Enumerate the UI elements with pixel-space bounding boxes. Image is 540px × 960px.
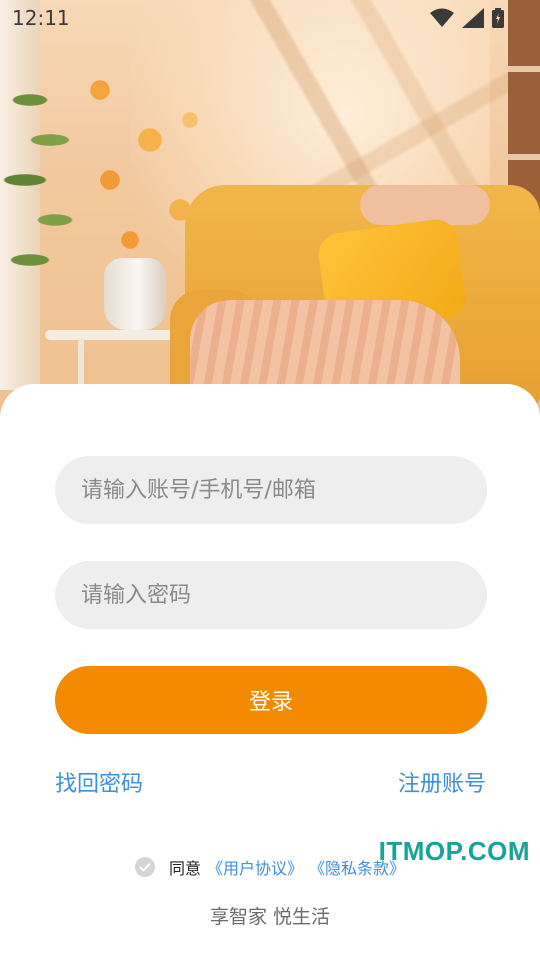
status-time: 12:11 (12, 6, 70, 30)
battery-icon (492, 8, 504, 28)
status-icons (430, 8, 504, 28)
cellular-signal-icon (462, 8, 484, 28)
vase (104, 258, 166, 330)
slogan: 享智家 悦生活 (209, 906, 331, 928)
account-field[interactable] (55, 456, 487, 524)
register-link[interactable]: 注册账号 (398, 766, 486, 798)
agreement-prefix: 同意 (168, 859, 201, 878)
user-agreement-link[interactable]: 《用户协议》 (207, 855, 303, 879)
password-input[interactable] (79, 581, 463, 609)
login-button[interactable]: 登录 (55, 666, 487, 734)
watermark: ITMOP.COM (378, 836, 530, 866)
sofa-throw (360, 185, 490, 225)
check-icon (139, 862, 151, 872)
agreement-checkbox[interactable] (134, 857, 155, 877)
status-bar: 12:11 (0, 0, 540, 36)
account-input[interactable] (79, 476, 463, 504)
login-card: 登录 找回密码 注册账号 同意 《用户协议》 《隐私条款》 享智家 悦生活 (0, 384, 540, 960)
password-field[interactable] (55, 561, 487, 629)
side-table (45, 330, 175, 340)
hero-illustration (0, 0, 540, 420)
wifi-icon (430, 8, 454, 27)
forgot-password-link[interactable]: 找回密码 (55, 766, 143, 798)
